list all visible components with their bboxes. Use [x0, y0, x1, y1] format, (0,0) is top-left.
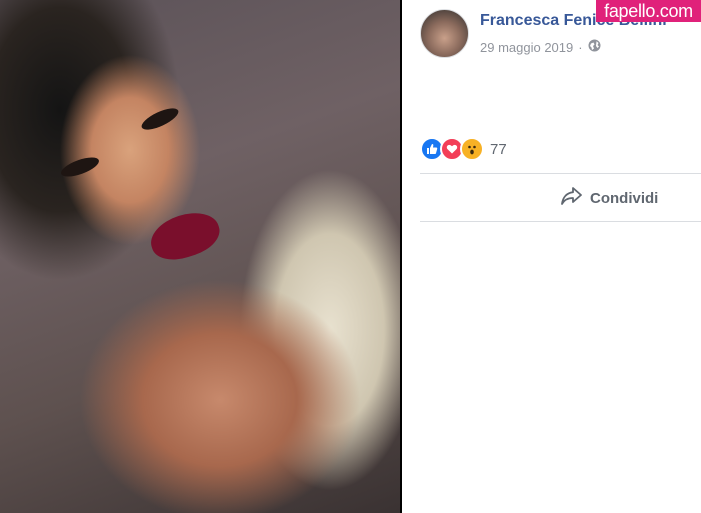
wow-icon: [460, 137, 484, 161]
globe-icon[interactable]: [588, 39, 601, 55]
author-avatar[interactable]: [420, 9, 469, 58]
photo-detail-eye-right: [138, 104, 182, 134]
actions-bottom-divider: [420, 221, 701, 222]
watermark-badge: fapello.com: [596, 0, 701, 22]
reactions-summary[interactable]: 77: [420, 137, 507, 161]
post-date[interactable]: 29 maggio 2019: [480, 40, 573, 55]
pane-divider: [400, 0, 402, 513]
photo-detail-lips: [145, 205, 225, 267]
post-photo[interactable]: [0, 0, 400, 513]
actions-top-divider: [420, 173, 701, 174]
share-button[interactable]: Condividi: [560, 186, 658, 210]
share-label: Condividi: [590, 189, 659, 207]
meta-separator: ·: [578, 39, 583, 55]
reaction-count: 77: [490, 140, 507, 158]
share-icon: [560, 186, 582, 210]
photo-detail-eye-left: [58, 153, 102, 181]
post-meta: 29 maggio 2019 ·: [480, 39, 601, 55]
